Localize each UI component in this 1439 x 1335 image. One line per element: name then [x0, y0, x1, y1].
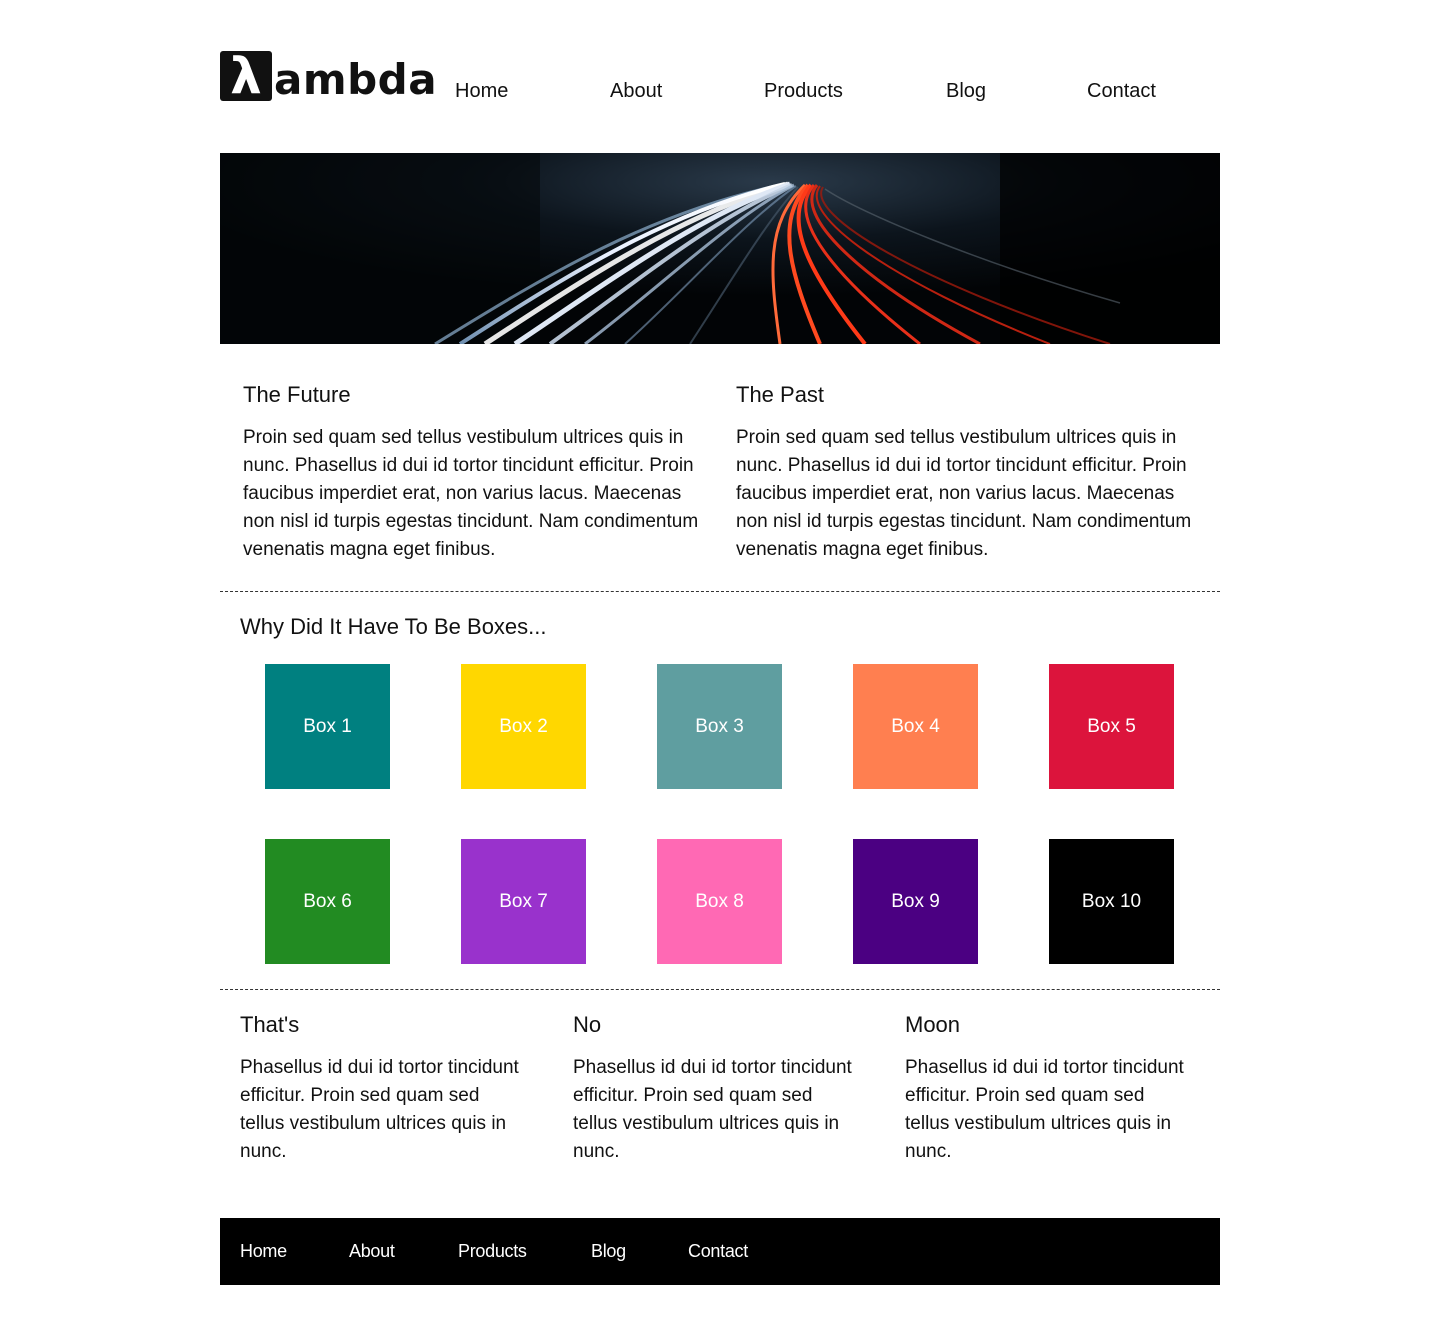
- box-9[interactable]: Box 9: [853, 839, 978, 964]
- box-5[interactable]: Box 5: [1049, 664, 1174, 789]
- nav-blog[interactable]: Blog: [946, 80, 986, 103]
- column-title: No: [573, 1012, 602, 1037]
- site-footer: Home About Products Blog Contact: [220, 1218, 1220, 1285]
- column-text: Phasellus id dui id tortor tincidunt eff…: [905, 1057, 1184, 1162]
- column-text: Proin sed quam sed tellus vestibulum ult…: [736, 427, 1192, 560]
- site-header: λ ambda Home About Products Blog Contact: [220, 48, 1220, 108]
- boxes-section-title: Why Did It Have To Be Boxes...: [240, 614, 547, 639]
- divider: [220, 591, 1220, 592]
- nav-about[interactable]: About: [610, 80, 662, 103]
- column-title: That's: [240, 1012, 300, 1037]
- logo-text: ambda: [274, 55, 438, 104]
- nav-products[interactable]: Products: [764, 80, 843, 103]
- logo[interactable]: λ ambda: [220, 50, 438, 104]
- footer-nav-products[interactable]: Products: [458, 1241, 527, 1262]
- footer-nav-contact[interactable]: Contact: [688, 1241, 748, 1262]
- column-future: The Future Proin sed quam sed tellus ves…: [243, 380, 708, 564]
- nav-contact[interactable]: Contact: [1087, 80, 1156, 103]
- column-title: Moon: [905, 1012, 961, 1037]
- box-6[interactable]: Box 6: [265, 839, 390, 964]
- box-4[interactable]: Box 4: [853, 664, 978, 789]
- column-text: Proin sed quam sed tellus vestibulum ult…: [243, 427, 699, 560]
- column-no: No Phasellus id dui id tortor tincidunt …: [573, 1010, 853, 1166]
- box-8[interactable]: Box 8: [657, 839, 782, 964]
- box-2[interactable]: Box 2: [461, 664, 586, 789]
- box-3[interactable]: Box 3: [657, 664, 782, 789]
- footer-nav-home[interactable]: Home: [240, 1241, 287, 1262]
- box-10[interactable]: Box 10: [1049, 839, 1174, 964]
- column-title: The Future: [243, 382, 351, 407]
- column-moon: Moon Phasellus id dui id tortor tincidun…: [905, 1010, 1185, 1166]
- lambda-logo-icon: λ: [220, 51, 272, 101]
- footer-nav-blog[interactable]: Blog: [591, 1241, 626, 1262]
- nav-home[interactable]: Home: [455, 80, 508, 103]
- column-text: Phasellus id dui id tortor tincidunt eff…: [240, 1057, 519, 1162]
- column-text: Phasellus id dui id tortor tincidunt eff…: [573, 1057, 852, 1162]
- divider: [220, 989, 1220, 990]
- column-thats: That's Phasellus id dui id tortor tincid…: [240, 1010, 520, 1166]
- main-nav: Home About Products Blog Contact: [455, 80, 1175, 108]
- footer-nav-about[interactable]: About: [349, 1241, 395, 1262]
- hero-image: [220, 153, 1220, 344]
- column-past: The Past Proin sed quam sed tellus vesti…: [736, 380, 1201, 564]
- box-7[interactable]: Box 7: [461, 839, 586, 964]
- highway-light-trails-image: [220, 153, 1220, 344]
- box-1[interactable]: Box 1: [265, 664, 390, 789]
- column-title: The Past: [736, 382, 825, 407]
